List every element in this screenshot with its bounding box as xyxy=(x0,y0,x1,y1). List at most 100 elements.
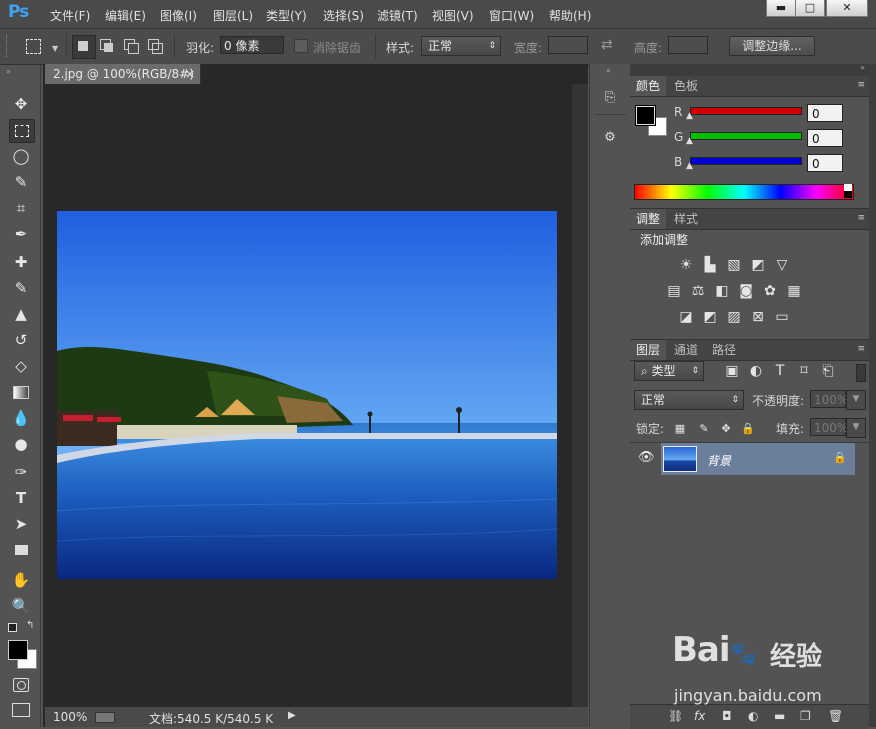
collapse-panels-icon[interactable]: » xyxy=(860,63,865,72)
gradient-map-icon[interactable]: ▭ xyxy=(774,309,790,325)
dodge-tool-icon[interactable]: ● xyxy=(9,433,33,455)
menu-select[interactable]: 选择(S) xyxy=(323,7,364,24)
channel-r-input[interactable]: 0 xyxy=(807,104,843,122)
panel-menu-icon[interactable]: ≡ xyxy=(857,344,865,354)
posterize-icon[interactable]: ◩ xyxy=(702,309,718,325)
gradient-tool-icon[interactable] xyxy=(9,381,33,403)
new-layer-icon[interactable]: ❐ xyxy=(800,709,811,723)
refine-edge-button[interactable]: 调整边缘... xyxy=(729,36,815,56)
lasso-tool-icon[interactable]: ◯ xyxy=(9,145,33,167)
quick-mask-icon[interactable] xyxy=(13,678,29,692)
layer-name[interactable]: 背景 xyxy=(707,452,731,469)
brightness-contrast-icon[interactable]: ☀ xyxy=(678,257,694,273)
zoom-tool-icon[interactable]: 🔍 xyxy=(9,595,33,617)
opacity-input[interactable]: 100% xyxy=(810,390,848,408)
layer-row-background[interactable]: 背景 🔒 xyxy=(661,443,855,475)
zoom-level[interactable]: 100% xyxy=(53,710,87,724)
lock-position-icon[interactable]: ✥ xyxy=(718,421,734,437)
menu-filter[interactable]: 滤镜(T) xyxy=(377,7,418,24)
lock-all-icon[interactable]: 🔒 xyxy=(740,421,756,437)
close-tab-icon[interactable]: × xyxy=(185,64,195,84)
minimize-button[interactable]: ▬ xyxy=(766,0,796,17)
feather-input[interactable]: 0 像素 xyxy=(220,36,284,54)
curves-icon[interactable]: ▧ xyxy=(726,257,742,273)
blur-tool-icon[interactable]: 💧 xyxy=(9,407,33,429)
history-brush-tool-icon[interactable]: ↺ xyxy=(9,329,33,351)
height-input[interactable] xyxy=(668,36,708,54)
vibrance-icon[interactable]: ▽ xyxy=(774,257,790,273)
style-select[interactable]: 正常 ⇕ xyxy=(421,36,501,56)
tab-swatches[interactable]: 色板 xyxy=(668,76,704,96)
grip-handle[interactable] xyxy=(6,35,10,57)
panel-menu-icon[interactable]: ≡ xyxy=(857,80,865,90)
menu-window[interactable]: 窗口(W) xyxy=(489,7,534,24)
document-tab[interactable]: 2.jpg @ 100%(RGB/8#) × xyxy=(45,64,201,84)
swap-colors-icon[interactable]: ↰ xyxy=(26,620,34,631)
collapse-dock-icon[interactable]: « xyxy=(606,66,611,75)
levels-icon[interactable]: ▙ xyxy=(702,257,718,273)
foreground-color-swatch[interactable] xyxy=(8,640,28,660)
slider-thumb-icon[interactable]: ▲ xyxy=(686,136,693,146)
lock-transparent-icon[interactable]: ▦ xyxy=(672,421,688,437)
tab-adjustments[interactable]: 调整 xyxy=(630,209,667,229)
layer-style-fx-icon[interactable]: fx xyxy=(694,709,705,723)
layer-visibility-toggle[interactable]: 👁 xyxy=(630,443,660,475)
new-adjustment-layer-icon[interactable]: ◐ xyxy=(748,709,758,723)
new-selection-button[interactable] xyxy=(72,35,96,59)
black-white-icon[interactable]: ◧ xyxy=(714,283,730,299)
channel-b-input[interactable]: 0 xyxy=(807,154,843,172)
add-mask-icon[interactable]: ◘ xyxy=(722,709,732,723)
maximize-button[interactable]: □ xyxy=(795,0,825,17)
menu-layer[interactable]: 图层(L) xyxy=(213,7,253,24)
delete-layer-icon[interactable]: 🗑 xyxy=(828,709,843,723)
selective-color-icon[interactable]: ⊠ xyxy=(750,309,766,325)
color-balance-icon[interactable]: ⚖ xyxy=(690,283,706,299)
rectangular-marquee-tool-icon[interactable] xyxy=(9,119,35,143)
opacity-dropdown-icon[interactable]: ▼ xyxy=(846,390,866,410)
properties-panel-icon[interactable]: ⚙ xyxy=(600,130,620,148)
layer-filter-select[interactable]: ⌕ 类型 ⇕ xyxy=(634,361,704,381)
filter-pixel-icon[interactable]: ▣ xyxy=(724,363,740,379)
fill-dropdown-icon[interactable]: ▼ xyxy=(846,418,866,438)
filter-smart-object-icon[interactable]: ⎗ xyxy=(820,363,836,379)
channel-r-slider[interactable] xyxy=(690,107,802,115)
crop-tool-icon[interactable]: ⌗ xyxy=(9,197,33,219)
invert-icon[interactable]: ◪ xyxy=(678,309,694,325)
menu-type[interactable]: 类型(Y) xyxy=(266,7,307,24)
tool-preset-dropdown-icon[interactable]: ▼ xyxy=(52,44,58,53)
menu-help[interactable]: 帮助(H) xyxy=(549,7,591,24)
swap-arrows-icon[interactable]: ⇄ xyxy=(601,37,613,53)
filter-adjustment-icon[interactable]: ◐ xyxy=(748,363,764,379)
menu-view[interactable]: 视图(V) xyxy=(432,7,474,24)
slider-thumb-icon[interactable]: ▲ xyxy=(686,111,693,121)
default-colors-icon[interactable] xyxy=(8,623,17,632)
document-image[interactable] xyxy=(57,211,557,579)
clone-stamp-tool-icon[interactable]: ▲ xyxy=(9,303,33,325)
threshold-icon[interactable]: ▨ xyxy=(726,309,742,325)
width-input[interactable] xyxy=(548,36,588,54)
menu-file[interactable]: 文件(F) xyxy=(50,7,90,24)
color-spectrum-bar[interactable] xyxy=(634,184,854,200)
tab-channels[interactable]: 通道 xyxy=(668,340,704,360)
tab-paths[interactable]: 路径 xyxy=(706,340,742,360)
filter-type-icon[interactable]: T xyxy=(772,363,788,379)
marquee-tool-icon[interactable] xyxy=(26,39,41,54)
fill-input[interactable]: 100% xyxy=(810,418,848,436)
menu-image[interactable]: 图像(I) xyxy=(160,7,197,24)
rectangle-tool-icon[interactable] xyxy=(9,539,33,561)
tab-styles[interactable]: 样式 xyxy=(668,209,704,229)
channel-g-slider[interactable] xyxy=(690,132,802,140)
filter-toggle[interactable] xyxy=(856,364,866,382)
type-tool-icon[interactable]: T xyxy=(9,487,33,509)
tab-layers[interactable]: 图层 xyxy=(630,340,667,360)
color-lookup-icon[interactable]: ▦ xyxy=(786,283,802,299)
lock-image-icon[interactable]: ✎ xyxy=(696,421,712,437)
slider-thumb-icon[interactable]: ▲ xyxy=(686,161,693,171)
black-white-ramp[interactable] xyxy=(844,184,852,198)
panel-menu-icon[interactable]: ≡ xyxy=(857,213,865,223)
quick-selection-tool-icon[interactable]: ✎ xyxy=(9,171,33,193)
exposure-icon[interactable]: ◩ xyxy=(750,257,766,273)
healing-brush-tool-icon[interactable]: ✚ xyxy=(9,251,33,273)
channel-g-input[interactable]: 0 xyxy=(807,129,843,147)
foreground-color-swatch[interactable] xyxy=(635,105,656,126)
